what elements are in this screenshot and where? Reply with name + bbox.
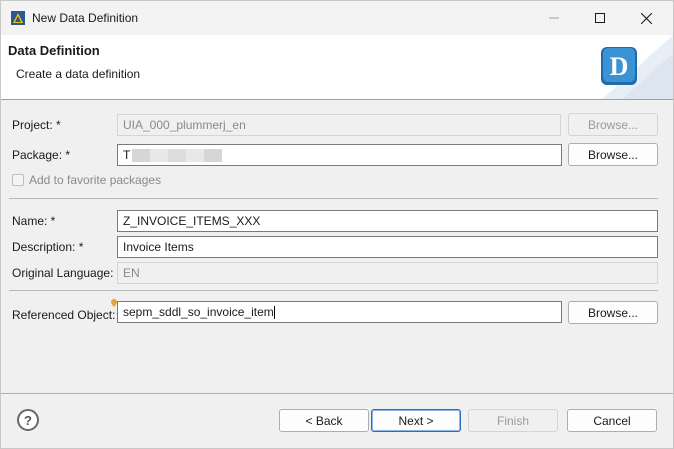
finish-button: Finish [468,409,558,432]
wizard-header: Data Definition Create a data definition… [1,35,673,100]
maximize-icon [595,13,605,23]
eclipse-adt-icon [11,11,25,25]
referenced-object-label: Referenced Object: [12,308,116,322]
separator [9,290,658,291]
separator [9,198,658,199]
package-label: Package: * [12,148,71,162]
checkbox-box [12,174,24,186]
favorite-packages-label: Add to favorite packages [29,173,162,187]
close-button[interactable] [623,1,669,35]
package-value: T [123,148,131,162]
description-label: Description: * [12,240,84,254]
new-data-definition-dialog: New Data Definition Data Definition Crea… [0,0,674,449]
window-title: New Data Definition [32,11,139,25]
description-field[interactable]: Invoice Items [117,236,658,258]
referenced-object-value: sepm_sddl_so_invoice_item [123,305,274,319]
project-browse-button: Browse... [568,113,658,136]
project-label: Project: * [12,118,61,132]
favorite-packages-checkbox: Add to favorite packages [12,173,161,187]
help-button[interactable]: ? [17,409,39,431]
back-button[interactable]: < Back [279,409,369,432]
maximize-button[interactable] [577,1,623,35]
title-bar: New Data Definition [1,1,673,35]
package-field[interactable]: T [117,144,562,166]
help-icon: ? [24,412,32,428]
page-subtitle: Create a data definition [16,67,141,81]
referenced-object-browse-button[interactable]: Browse... [568,301,658,324]
original-language-field: EN [117,262,658,284]
project-field: UIA_000_plummerj_en [117,114,561,136]
logo-letter: D [610,52,629,81]
data-definition-logo-icon: D [601,35,673,99]
cancel-button[interactable]: Cancel [567,409,657,432]
minimize-button[interactable] [531,1,577,35]
minimize-icon [549,17,559,19]
next-button[interactable]: Next > [371,409,461,432]
page-title: Data Definition [8,43,100,58]
footer-separator [1,393,673,394]
redacted-text [132,149,223,163]
text-cursor [273,306,275,320]
name-field[interactable]: Z_INVOICE_ITEMS_XXX [117,210,658,232]
close-icon [640,12,652,24]
referenced-object-field[interactable]: sepm_sddl_so_invoice_item [117,301,562,323]
name-label: Name: * [12,214,56,228]
package-browse-button[interactable]: Browse... [568,143,658,166]
original-language-label: Original Language: [12,266,114,280]
